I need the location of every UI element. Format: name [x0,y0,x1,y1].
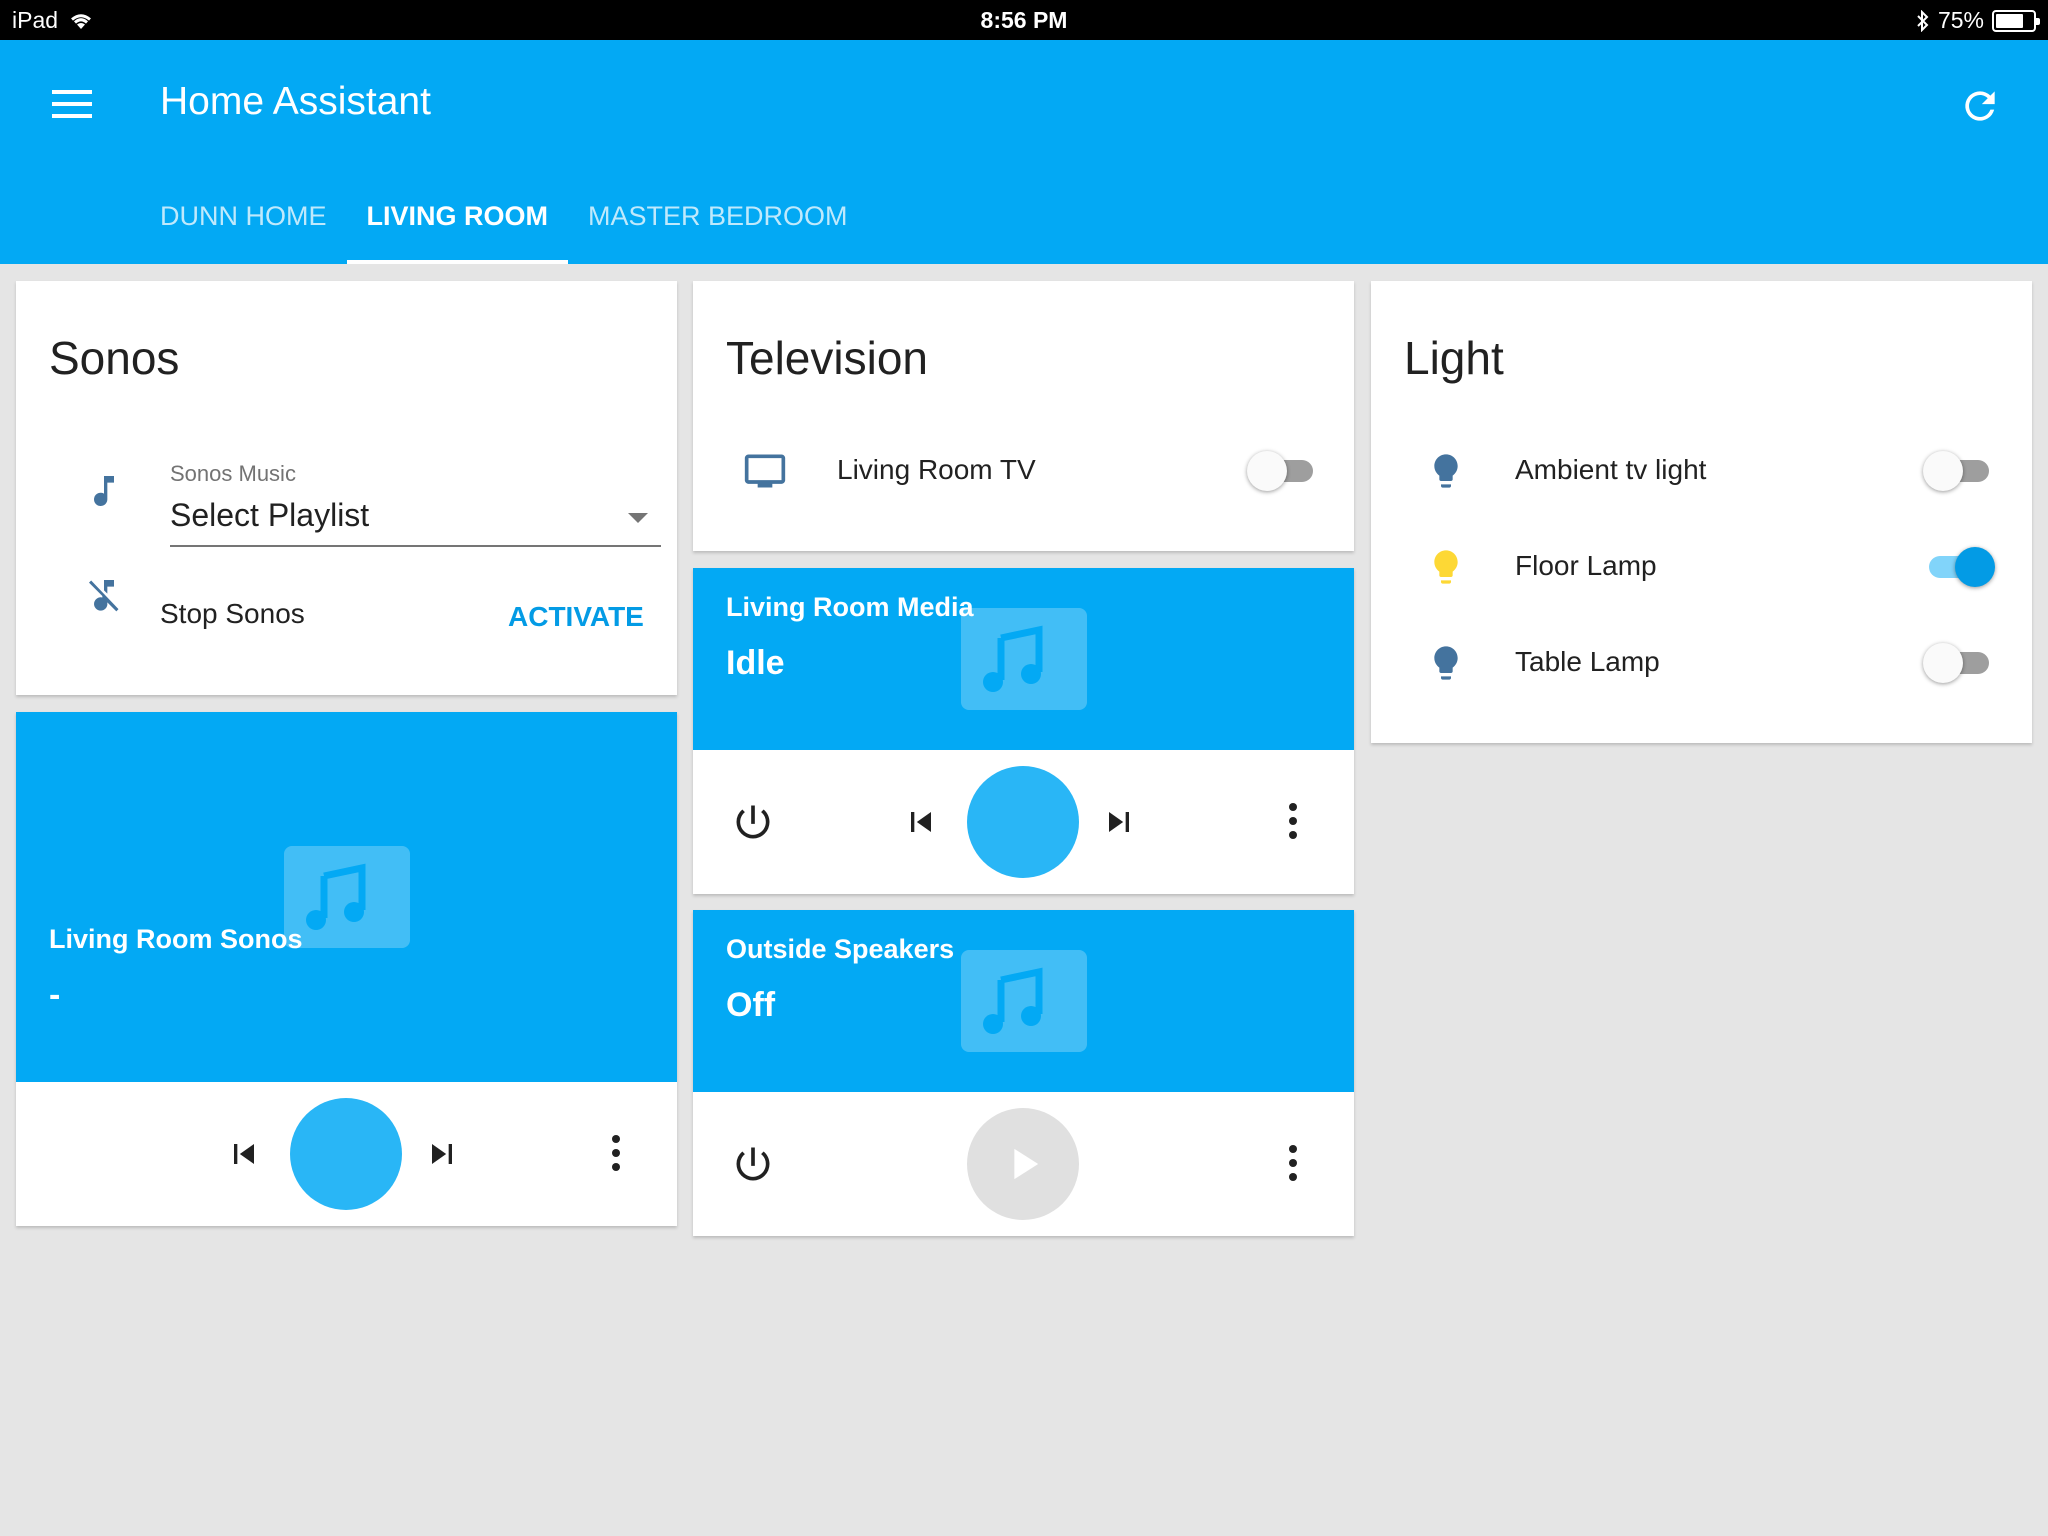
skip-next-icon[interactable] [1099,802,1139,842]
battery-level [1996,13,2023,28]
menu-icon[interactable] [52,90,92,118]
battery-icon [1992,9,2040,32]
lightbulb-icon [1434,646,1458,680]
more-vert-icon[interactable] [612,1132,620,1174]
media-controls [693,1092,1354,1236]
media-player-state: - [49,976,61,1014]
play-button[interactable] [967,1108,1079,1220]
toggle-thumb [1923,643,1963,683]
clock: 8:56 PM [980,7,1068,33]
tab-living-room[interactable]: LIVING ROOM [346,185,569,264]
skip-next-icon[interactable] [422,1134,462,1174]
toggle-thumb [1955,547,1995,587]
media-player-name: Living Room Media [726,592,974,622]
tab-dunn-home[interactable]: DUNN HOME [140,185,347,264]
bluetooth-icon [1917,9,1929,32]
media-header: Living Room Sonos - [16,712,677,1082]
more-vert-icon[interactable] [1289,1142,1297,1184]
app-header: Home Assistant DUNN HOME LIVING ROOM MAS… [0,40,2048,264]
movie-music-icon [284,846,410,948]
tab-master-bedroom[interactable]: MASTER BEDROOM [568,185,868,264]
ambient-tv-light-toggle[interactable] [1923,447,1995,495]
media-controls [16,1082,677,1226]
toggle-thumb [1923,451,1963,491]
play-icon [1014,1148,1039,1180]
refresh-icon[interactable] [1958,84,2002,128]
living-room-sonos-card: Living Room Sonos - [16,712,677,1226]
status-bar: iPad 8:56 PM 75% [0,0,2048,40]
view-tabs: DUNN HOME LIVING ROOM MASTER BEDROOM [140,185,868,264]
script-label: Stop Sonos [160,598,305,629]
media-header: Outside Speakers Off [693,910,1354,1092]
activate-button[interactable]: ACTIVATE [508,601,644,633]
battery-percent: 75% [1937,7,1984,33]
living-room-tv-toggle[interactable] [1247,447,1319,495]
entity-label: Living Room TV [837,454,1036,485]
floor-lamp-toggle[interactable] [1923,543,1995,591]
app-title: Home Assistant [160,80,431,123]
media-player-state: Off [726,986,776,1024]
entity-label: Floor Lamp [1515,550,1657,581]
lightbulb-icon [1434,454,1458,488]
play-pause-button[interactable] [290,1098,402,1210]
play-pause-button[interactable] [967,766,1079,878]
select-underline [170,545,661,547]
card-title: Light [1404,332,1504,384]
power-icon[interactable] [731,1142,775,1186]
skip-previous-icon[interactable] [224,1134,264,1174]
more-vert-icon[interactable] [1289,800,1297,842]
skip-previous-icon[interactable] [901,802,941,842]
media-player-state: Idle [726,644,785,682]
media-player-name: Outside Speakers [726,934,955,964]
entity-label: Table Lamp [1515,646,1660,677]
outside-speakers-card: Outside Speakers Off [693,910,1354,1236]
media-header: Living Room Media Idle [693,568,1354,750]
movie-music-icon [961,608,1087,710]
card-title: Television [726,332,928,384]
toggle-thumb [1247,451,1287,491]
lightbulb-icon [1434,550,1458,584]
power-icon[interactable] [731,800,775,844]
dropdown-caret-icon[interactable] [628,513,648,523]
television-icon [744,454,786,488]
table-lamp-toggle[interactable] [1923,639,1995,687]
media-player-name: Living Room Sonos [49,924,303,954]
card-title: Sonos [49,332,180,384]
movie-music-icon [961,950,1087,1052]
light-card: Light Ambient tv light Floor Lamp Table … [1371,281,2032,743]
music-off-icon [89,580,119,612]
media-controls [693,750,1354,894]
television-card: Television Living Room TV [693,281,1354,551]
playlist-select[interactable]: Select Playlist [170,497,369,534]
living-room-media-card: Living Room Media Idle [693,568,1354,894]
music-note-icon [94,476,114,507]
sonos-card: Sonos Sonos Music Select Playlist Stop S… [16,281,677,695]
entity-label: Ambient tv light [1515,454,1707,485]
select-label: Sonos Music [170,461,296,486]
